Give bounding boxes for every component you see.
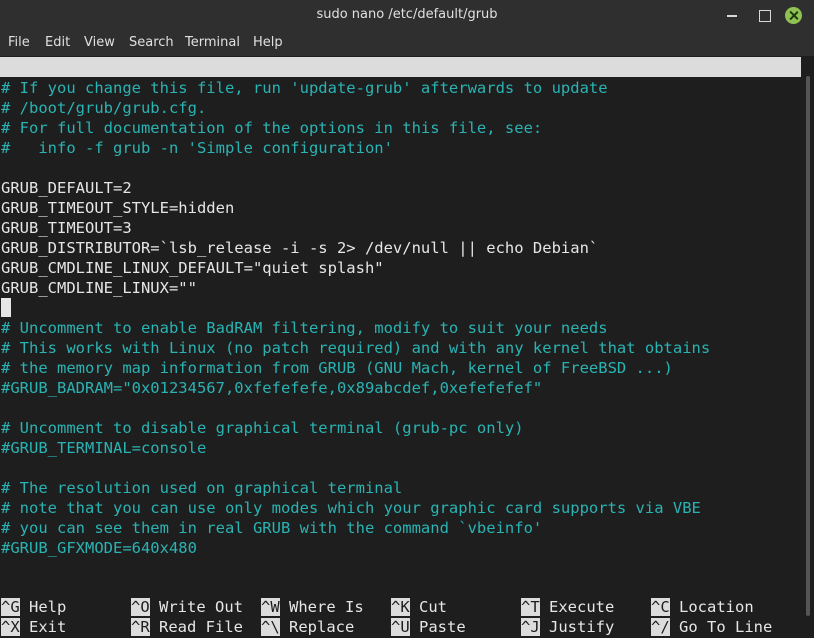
shortcut-replace[interactable]: ^\ Replace — [261, 617, 354, 637]
window-title: sudo nano /etc/default/grub — [316, 7, 498, 22]
comment-line[interactable]: # Uncomment to disable graphical termina… — [1, 418, 524, 438]
shortcut-write-out[interactable]: ^O Write Out — [131, 597, 243, 617]
config-line[interactable]: GRUB_CMDLINE_LINUX="" — [1, 278, 197, 298]
comment-line[interactable]: #GRUB_GFXMODE=640x480 — [1, 538, 197, 558]
menu-view[interactable]: View — [84, 35, 115, 50]
menu-search[interactable]: Search — [129, 35, 174, 50]
maximize-icon[interactable] — [756, 7, 772, 23]
comment-line[interactable]: # the memory map information from GRUB (… — [1, 358, 673, 378]
shortcut-label: Read File — [159, 618, 244, 636]
config-line[interactable]: GRUB_DEFAULT=2 — [1, 178, 132, 198]
window-titlebar: sudo nano /etc/default/grub — [0, 0, 814, 30]
comment-line[interactable]: # The resolution used on graphical termi… — [1, 478, 402, 498]
shortcut-key: ^O — [131, 598, 150, 616]
comment-line[interactable]: # This works with Linux (no patch requir… — [1, 338, 710, 358]
menu-terminal[interactable]: Terminal — [185, 35, 240, 50]
shortcut-key: ^T — [521, 598, 540, 616]
shortcut-where-is[interactable]: ^W Where Is — [261, 597, 364, 617]
shortcut-key: ^K — [391, 598, 410, 616]
config-line[interactable]: GRUB_DISTRIBUTOR=`lsb_release -i -s 2> /… — [1, 238, 598, 258]
shortcut-label: Replace — [289, 618, 355, 636]
shortcut-key: ^C — [651, 598, 670, 616]
shortcut-label: Go To Line — [679, 618, 773, 636]
menu-help[interactable]: Help — [253, 35, 283, 50]
shortcut-go-to-line[interactable]: ^/ Go To Line — [651, 617, 772, 637]
shortcut-justify[interactable]: ^J Justify — [521, 617, 614, 637]
shortcut-label: Help — [29, 598, 67, 616]
comment-line[interactable]: #GRUB_TERMINAL=console — [1, 438, 206, 458]
shortcut-key: ^U — [391, 618, 410, 636]
shortcut-location[interactable]: ^C Location — [651, 597, 754, 617]
comment-line[interactable]: # /boot/grub/grub.cfg. — [1, 98, 206, 118]
scrollbar-thumb[interactable] — [806, 76, 810, 616]
shortcut-exit[interactable]: ^X Exit — [1, 617, 66, 637]
shortcut-key: ^X — [1, 618, 20, 636]
config-line[interactable]: GRUB_TIMEOUT_STYLE=hidden — [1, 198, 234, 218]
config-line[interactable]: GRUB_TIMEOUT=3 — [1, 218, 132, 238]
shortcut-label: Location — [679, 598, 754, 616]
shortcut-key: ^/ — [651, 618, 670, 636]
comment-line[interactable]: # you can see them in real GRUB with the… — [1, 518, 542, 538]
comment-line[interactable]: # If you change this file, run 'update-g… — [1, 78, 608, 98]
shortcut-label: Paste — [419, 618, 466, 636]
shortcut-read-file[interactable]: ^R Read File — [131, 617, 243, 637]
shortcut-cut[interactable]: ^K Cut — [391, 597, 447, 617]
shortcut-label: Write Out — [159, 598, 244, 616]
menu-edit[interactable]: Edit — [45, 35, 70, 50]
config-line[interactable]: GRUB_CMDLINE_LINUX_DEFAULT="quiet splash… — [1, 258, 384, 278]
nano-filename: /etc/default/grub * — [342, 98, 520, 116]
minimize-icon[interactable] — [724, 7, 740, 23]
comment-line[interactable]: # For full documentation of the options … — [1, 118, 542, 138]
shortcut-label: Cut — [419, 598, 448, 616]
shortcut-label: Justify — [549, 618, 615, 636]
shortcut-label: Where Is — [289, 598, 364, 616]
shortcut-key: ^J — [521, 618, 540, 636]
comment-line[interactable]: # note that you can use only modes which… — [1, 498, 701, 518]
comment-line[interactable]: #GRUB_BADRAM="0x01234567,0xfefefefe,0x89… — [1, 378, 542, 398]
shortcut-paste[interactable]: ^U Paste — [391, 617, 466, 637]
text-cursor — [1, 298, 11, 317]
menu-file[interactable]: File — [8, 35, 30, 50]
shortcut-key: ^\ — [261, 618, 280, 636]
shortcut-help[interactable]: ^G Help — [1, 597, 66, 617]
shortcut-label: Exit — [29, 618, 67, 636]
comment-line[interactable]: # Uncomment to enable BadRAM filtering, … — [1, 318, 608, 338]
menu-bar: File Edit View Search Terminal Help — [0, 30, 814, 56]
close-icon[interactable] — [785, 7, 802, 24]
nano-header: GNU nano 6.2 /etc/default/grub * — [0, 57, 801, 116]
shortcut-label: Execute — [549, 598, 615, 616]
shortcut-execute[interactable]: ^T Execute — [521, 597, 614, 617]
terminal[interactable]: GNU nano 6.2 /etc/default/grub * # If yo… — [0, 56, 814, 638]
shortcut-key: ^W — [261, 598, 280, 616]
shortcut-key: ^G — [1, 598, 20, 616]
shortcut-key: ^R — [131, 618, 150, 636]
comment-line[interactable]: # info -f grub -n 'Simple configuration' — [1, 138, 393, 158]
